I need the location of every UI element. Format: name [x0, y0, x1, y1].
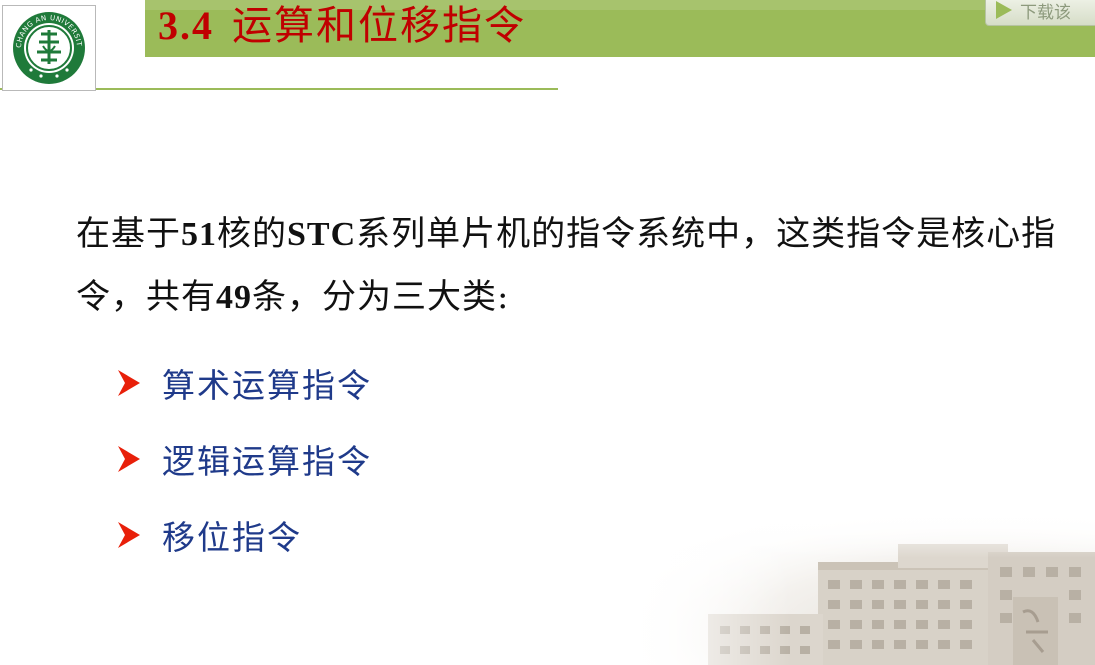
- intro-number: 51: [181, 216, 217, 253]
- bullet-text: 逻辑运算指令: [162, 442, 372, 481]
- download-button[interactable]: 下载该: [985, 0, 1095, 26]
- chang-an-university-seal-icon: CHANG AN UNIVERSITY: [11, 10, 85, 84]
- download-label: 下载该: [1020, 2, 1071, 23]
- campus-building-image: [628, 512, 1095, 665]
- bullet-item: 算术运算指令: [118, 345, 372, 421]
- bullet-item: 移位指令: [118, 497, 372, 573]
- university-logo: CHANG AN UNIVERSITY: [2, 5, 96, 91]
- section-number: 3.4: [158, 3, 214, 48]
- intro-acronym: STC: [287, 216, 357, 253]
- intro-text: 条，分为三大类:: [252, 277, 510, 317]
- bullet-list: 算术运算指令 逻辑运算指令 移位指令: [118, 345, 372, 573]
- intro-text: 核的: [217, 214, 287, 254]
- slide-title: 3.4 运算和位移指令: [158, 0, 526, 53]
- section-title: 运算和位移指令: [232, 3, 526, 49]
- arrow-bullet-icon: [118, 446, 140, 472]
- intro-paragraph: 在基于51核的STC系列单片机的指令系统中，这类指令是核心指令，共有49条，分为…: [76, 203, 1066, 329]
- arrow-bullet-icon: [118, 370, 140, 396]
- intro-text: 在基于: [76, 214, 181, 254]
- play-icon: [996, 1, 1012, 19]
- intro-count: 49: [216, 279, 252, 316]
- bullet-text: 算术运算指令: [162, 366, 372, 405]
- bullet-text: 移位指令: [162, 518, 302, 557]
- arrow-bullet-icon: [118, 522, 140, 548]
- bullet-item: 逻辑运算指令: [118, 421, 372, 497]
